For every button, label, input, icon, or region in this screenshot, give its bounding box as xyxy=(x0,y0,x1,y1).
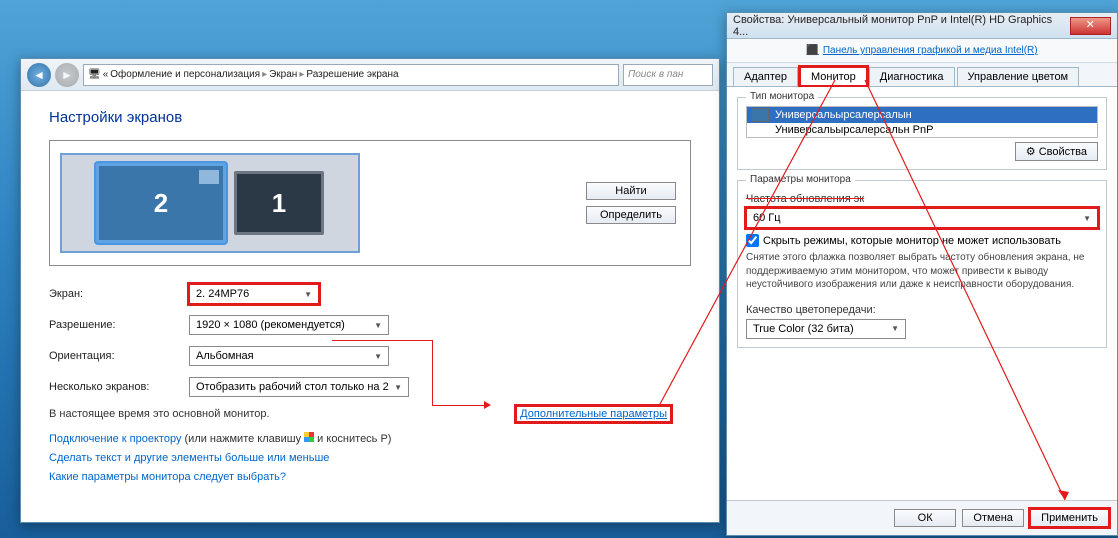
checkbox-input[interactable] xyxy=(746,234,759,247)
intel-icon: ⬛ xyxy=(806,45,818,56)
close-button[interactable]: ✕ xyxy=(1070,17,1111,35)
search-input[interactable]: Поиск в пан xyxy=(623,64,713,86)
forward-button[interactable]: ► xyxy=(55,63,79,87)
cancel-button[interactable]: Отмена xyxy=(962,509,1024,527)
find-button[interactable]: Найти xyxy=(586,182,676,200)
properties-button[interactable]: ⚙ Свойства xyxy=(1015,142,1098,161)
multi-dropdown[interactable]: Отобразить рабочий стол только на 2▼ xyxy=(189,377,409,397)
color-quality-label: Качество цветопередачи: xyxy=(746,304,1098,316)
advanced-settings-link[interactable]: Дополнительные параметры xyxy=(516,406,671,422)
screen-dropdown[interactable]: 2. 24MP76▼ xyxy=(189,284,319,304)
tab-body: Тип монитора Универсальырсалерсалын Унив… xyxy=(727,87,1117,487)
annotation-arrowhead xyxy=(484,401,491,409)
annotation-line xyxy=(332,340,432,341)
display-settings-window: ◄ ► 🖥 « Оформление и персонализация ▸ Эк… xyxy=(20,58,720,523)
breadcrumb-part[interactable]: Экран xyxy=(269,69,297,80)
breadcrumb[interactable]: 🖥 « Оформление и персонализация ▸ Экран … xyxy=(83,64,619,86)
monitor-2[interactable]: 2 xyxy=(96,163,226,243)
intel-panel-row: ⬛Панель управления графикой и медиа Inte… xyxy=(727,39,1117,63)
refresh-label: Частота обновления эк xyxy=(746,193,1098,205)
tab-diagnostics[interactable]: Диагностика xyxy=(869,67,955,86)
resolution-label: Разрешение: xyxy=(49,319,189,331)
monitor-properties-dialog: Свойства: Универсальный монитор PnP и In… xyxy=(726,12,1118,536)
explorer-toolbar: ◄ ► 🖥 « Оформление и персонализация ▸ Эк… xyxy=(21,59,719,91)
titlebar[interactable]: Свойства: Универсальный монитор PnP и In… xyxy=(727,13,1117,39)
tab-monitor[interactable]: Монитор xyxy=(800,67,867,86)
hide-note: Снятие этого флажка позволяет выбрать ча… xyxy=(746,251,1098,292)
annotation-line xyxy=(432,340,433,405)
monitor-list-item[interactable]: Универсальырсалерсалын xyxy=(747,107,1097,123)
preview-thumb-icon xyxy=(199,170,219,184)
text-size-link[interactable]: Сделать текст и другие элементы больше и… xyxy=(49,452,691,464)
orientation-dropdown[interactable]: Альбомная▼ xyxy=(189,346,389,366)
projector-link[interactable]: Подключение к проектору (или нажмите кла… xyxy=(49,432,691,445)
dialog-title: Свойства: Универсальный монитор PnP и In… xyxy=(733,14,1066,38)
orientation-label: Ориентация: xyxy=(49,350,189,362)
help-link[interactable]: Какие параметры монитора следует выбрать… xyxy=(49,471,691,483)
windows-key-icon xyxy=(304,432,314,442)
dialog-button-row: ОК Отмена Применить xyxy=(727,500,1117,535)
monitor-list-item[interactable]: Универсальырсалерсальн PnP xyxy=(747,123,1097,137)
monitor-icon: 🖥 xyxy=(88,69,101,80)
monitor-icon xyxy=(751,108,769,122)
breadcrumb-part[interactable]: Разрешение экрана xyxy=(306,69,398,80)
tab-color[interactable]: Управление цветом xyxy=(957,67,1080,86)
apply-button[interactable]: Применить xyxy=(1030,509,1109,527)
group-title: Параметры монитора xyxy=(746,174,855,185)
color-quality-dropdown[interactable]: True Color (32 бита)▼ xyxy=(746,319,906,339)
multi-label: Несколько экранов: xyxy=(49,381,189,393)
intel-panel-link[interactable]: ⬛Панель управления графикой и медиа Inte… xyxy=(806,45,1037,56)
refresh-rate-dropdown[interactable]: 60 Гц▼ xyxy=(746,208,1098,228)
back-button[interactable]: ◄ xyxy=(27,63,51,87)
breadcrumb-part[interactable]: Оформление и персонализация xyxy=(110,69,260,80)
hide-modes-checkbox[interactable]: Скрыть режимы, которые монитор не может … xyxy=(746,234,1098,247)
ok-button[interactable]: ОК xyxy=(894,509,956,527)
tab-adapter[interactable]: Адаптер xyxy=(733,67,798,86)
monitor-params-group: Параметры монитора Частота обновления эк… xyxy=(737,180,1107,348)
detect-button[interactable]: Определить xyxy=(586,206,676,224)
primary-note: В настоящее время это основной монитор. xyxy=(49,408,270,420)
group-title: Тип монитора xyxy=(746,91,818,102)
monitor-1[interactable]: 1 xyxy=(234,171,324,235)
tab-strip: Адаптер Монитор Диагностика Управление ц… xyxy=(727,63,1117,87)
screen-label: Экран: xyxy=(49,288,189,300)
page-title: Настройки экранов xyxy=(49,109,691,126)
annotation-line xyxy=(432,405,484,406)
resolution-dropdown[interactable]: 1920 × 1080 (рекомендуется)▼ xyxy=(189,315,389,335)
content-area: Настройки экранов 2 1 Найти Определить Э… xyxy=(21,91,719,501)
monitor-type-group: Тип монитора Универсальырсалерсалын Унив… xyxy=(737,97,1107,170)
monitor-arrangement-box: 2 1 Найти Определить xyxy=(49,140,691,266)
monitor-preview[interactable]: 2 1 xyxy=(60,153,360,253)
